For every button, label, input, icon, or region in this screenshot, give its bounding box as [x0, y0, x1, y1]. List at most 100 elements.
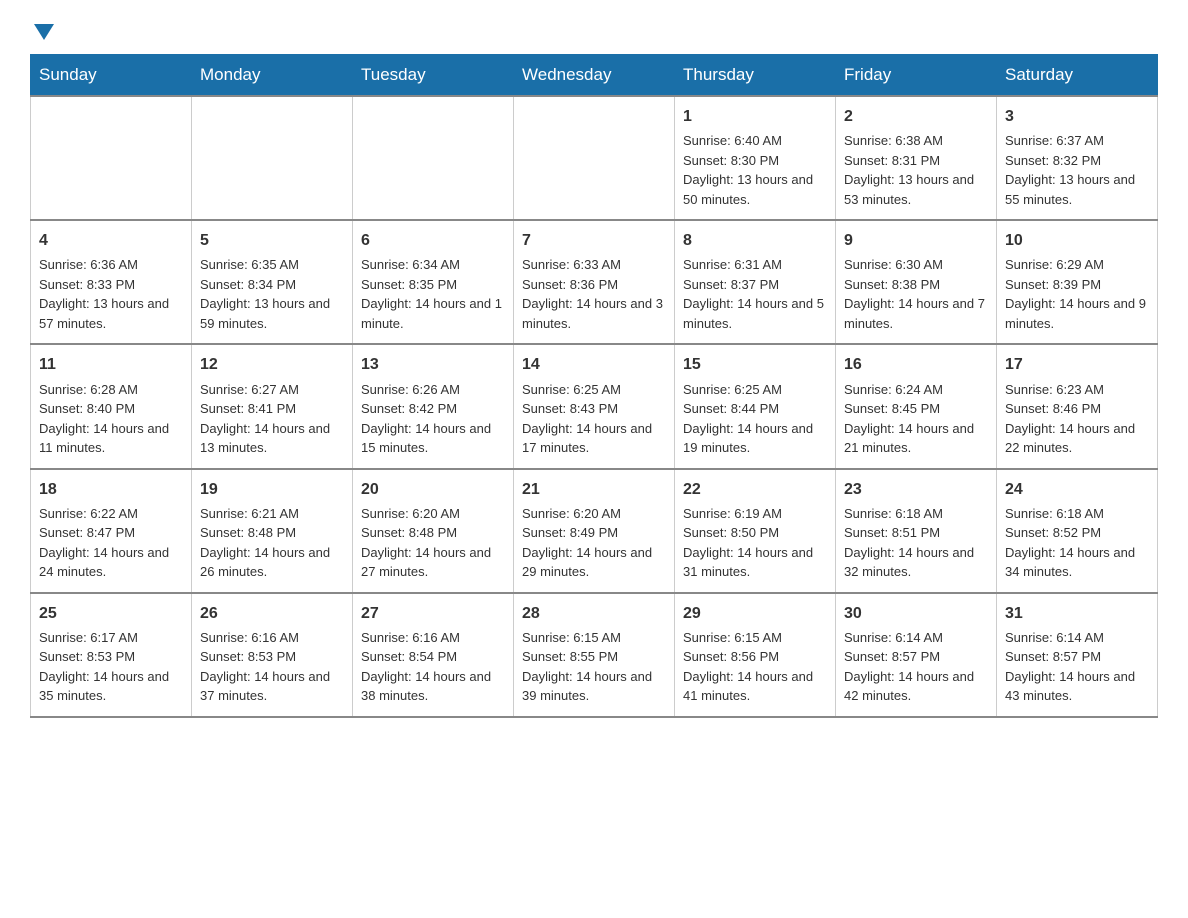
page-header — [30, 20, 1158, 36]
calendar-cell: 10 Sunrise: 6:29 AM Sunset: 8:39 PM Dayli… — [997, 220, 1158, 344]
calendar-cell: 30 Sunrise: 6:14 AM Sunset: 8:57 PM Dayli… — [836, 593, 997, 717]
day-number: 8 — [683, 229, 827, 252]
day-info: Sunrise: 6:15 AM Sunset: 8:56 PM Dayligh… — [683, 628, 827, 706]
day-info: Sunrise: 6:16 AM Sunset: 8:54 PM Dayligh… — [361, 628, 505, 706]
calendar-cell: 9Sunrise: 6:30 AM Sunset: 8:38 PM Daylig… — [836, 220, 997, 344]
header-friday: Friday — [836, 55, 997, 97]
day-number: 27 — [361, 602, 505, 625]
day-number: 22 — [683, 478, 827, 501]
day-info: Sunrise: 6:25 AM Sunset: 8:43 PM Dayligh… — [522, 380, 666, 458]
day-number: 31 — [1005, 602, 1149, 625]
day-info: Sunrise: 6:37 AM Sunset: 8:32 PM Dayligh… — [1005, 131, 1149, 209]
day-number: 6 — [361, 229, 505, 252]
day-number: 4 — [39, 229, 183, 252]
calendar-cell — [514, 96, 675, 220]
day-number: 10 — [1005, 229, 1149, 252]
calendar-cell: 22 Sunrise: 6:19 AM Sunset: 8:50 PM Dayli… — [675, 469, 836, 593]
day-info: Sunrise: 6:28 AM Sunset: 8:40 PM Dayligh… — [39, 380, 183, 458]
day-number: 18 — [39, 478, 183, 501]
day-info: Sunrise: 6:26 AM Sunset: 8:42 PM Dayligh… — [361, 380, 505, 458]
day-info: Sunrise: 6:20 AM Sunset: 8:49 PM Dayligh… — [522, 504, 666, 582]
calendar-cell: 28 Sunrise: 6:15 AM Sunset: 8:55 PM Dayli… — [514, 593, 675, 717]
day-info: Sunrise: 6:16 AM Sunset: 8:53 PM Dayligh… — [200, 628, 344, 706]
calendar-table: SundayMondayTuesdayWednesdayThursdayFrid… — [30, 54, 1158, 718]
day-info: Sunrise: 6:21 AM Sunset: 8:48 PM Dayligh… — [200, 504, 344, 582]
calendar-cell: 16 Sunrise: 6:24 AM Sunset: 8:45 PM Dayli… — [836, 344, 997, 468]
header-monday: Monday — [192, 55, 353, 97]
day-number: 14 — [522, 353, 666, 376]
header-tuesday: Tuesday — [353, 55, 514, 97]
calendar-cell — [353, 96, 514, 220]
header-saturday: Saturday — [997, 55, 1158, 97]
day-number: 1 — [683, 105, 827, 128]
day-info: Sunrise: 6:40 AM Sunset: 8:30 PM Dayligh… — [683, 131, 827, 209]
day-info: Sunrise: 6:20 AM Sunset: 8:48 PM Dayligh… — [361, 504, 505, 582]
calendar-cell: 18 Sunrise: 6:22 AM Sunset: 8:47 PM Dayli… — [31, 469, 192, 593]
calendar-week-5: 25Sunrise: 6:17 AM Sunset: 8:53 PM Dayli… — [31, 593, 1158, 717]
calendar-cell: 3 Sunrise: 6:37 AM Sunset: 8:32 PM Daylig… — [997, 96, 1158, 220]
calendar-week-3: 11Sunrise: 6:28 AM Sunset: 8:40 PM Dayli… — [31, 344, 1158, 468]
calendar-cell: 21 Sunrise: 6:20 AM Sunset: 8:49 PM Dayli… — [514, 469, 675, 593]
calendar-cell: 7Sunrise: 6:33 AM Sunset: 8:36 PM Daylig… — [514, 220, 675, 344]
calendar-cell: 8 Sunrise: 6:31 AM Sunset: 8:37 PM Daylig… — [675, 220, 836, 344]
day-info: Sunrise: 6:25 AM Sunset: 8:44 PM Dayligh… — [683, 380, 827, 458]
calendar-cell: 25Sunrise: 6:17 AM Sunset: 8:53 PM Dayli… — [31, 593, 192, 717]
calendar-cell: 31Sunrise: 6:14 AM Sunset: 8:57 PM Dayli… — [997, 593, 1158, 717]
day-info: Sunrise: 6:27 AM Sunset: 8:41 PM Dayligh… — [200, 380, 344, 458]
calendar-cell: 23Sunrise: 6:18 AM Sunset: 8:51 PM Dayli… — [836, 469, 997, 593]
calendar-cell: 5 Sunrise: 6:35 AM Sunset: 8:34 PM Daylig… — [192, 220, 353, 344]
day-number: 15 — [683, 353, 827, 376]
calendar-cell: 13 Sunrise: 6:26 AM Sunset: 8:42 PM Dayli… — [353, 344, 514, 468]
day-info: Sunrise: 6:36 AM Sunset: 8:33 PM Dayligh… — [39, 255, 183, 333]
day-number: 28 — [522, 602, 666, 625]
day-number: 3 — [1005, 105, 1149, 128]
day-number: 23 — [844, 478, 988, 501]
calendar-cell — [31, 96, 192, 220]
day-info: Sunrise: 6:35 AM Sunset: 8:34 PM Dayligh… — [200, 255, 344, 333]
day-info: Sunrise: 6:17 AM Sunset: 8:53 PM Dayligh… — [39, 628, 183, 706]
calendar-cell: 2Sunrise: 6:38 AM Sunset: 8:31 PM Daylig… — [836, 96, 997, 220]
day-number: 20 — [361, 478, 505, 501]
calendar-cell: 27 Sunrise: 6:16 AM Sunset: 8:54 PM Dayli… — [353, 593, 514, 717]
day-info: Sunrise: 6:18 AM Sunset: 8:52 PM Dayligh… — [1005, 504, 1149, 582]
day-info: Sunrise: 6:29 AM Sunset: 8:39 PM Dayligh… — [1005, 255, 1149, 333]
day-info: Sunrise: 6:14 AM Sunset: 8:57 PM Dayligh… — [844, 628, 988, 706]
day-info: Sunrise: 6:31 AM Sunset: 8:37 PM Dayligh… — [683, 255, 827, 333]
calendar-cell: 26 Sunrise: 6:16 AM Sunset: 8:53 PM Dayli… — [192, 593, 353, 717]
day-info: Sunrise: 6:22 AM Sunset: 8:47 PM Dayligh… — [39, 504, 183, 582]
calendar-cell: 29Sunrise: 6:15 AM Sunset: 8:56 PM Dayli… — [675, 593, 836, 717]
day-info: Sunrise: 6:24 AM Sunset: 8:45 PM Dayligh… — [844, 380, 988, 458]
calendar-header-row: SundayMondayTuesdayWednesdayThursdayFrid… — [31, 55, 1158, 97]
day-info: Sunrise: 6:19 AM Sunset: 8:50 PM Dayligh… — [683, 504, 827, 582]
logo-triangle-icon — [34, 24, 54, 40]
day-number: 26 — [200, 602, 344, 625]
day-info: Sunrise: 6:23 AM Sunset: 8:46 PM Dayligh… — [1005, 380, 1149, 458]
calendar-cell: 4 Sunrise: 6:36 AM Sunset: 8:33 PM Daylig… — [31, 220, 192, 344]
day-number: 19 — [200, 478, 344, 501]
calendar-cell: 20 Sunrise: 6:20 AM Sunset: 8:48 PM Dayli… — [353, 469, 514, 593]
calendar-week-2: 4 Sunrise: 6:36 AM Sunset: 8:33 PM Daylig… — [31, 220, 1158, 344]
calendar-cell: 24Sunrise: 6:18 AM Sunset: 8:52 PM Dayli… — [997, 469, 1158, 593]
calendar-cell: 11Sunrise: 6:28 AM Sunset: 8:40 PM Dayli… — [31, 344, 192, 468]
logo — [30, 20, 54, 36]
day-info: Sunrise: 6:34 AM Sunset: 8:35 PM Dayligh… — [361, 255, 505, 333]
day-number: 21 — [522, 478, 666, 501]
calendar-week-1: 1 Sunrise: 6:40 AM Sunset: 8:30 PM Daylig… — [31, 96, 1158, 220]
day-number: 2 — [844, 105, 988, 128]
day-info: Sunrise: 6:30 AM Sunset: 8:38 PM Dayligh… — [844, 255, 988, 333]
day-info: Sunrise: 6:15 AM Sunset: 8:55 PM Dayligh… — [522, 628, 666, 706]
day-number: 16 — [844, 353, 988, 376]
day-number: 17 — [1005, 353, 1149, 376]
calendar-cell: 14 Sunrise: 6:25 AM Sunset: 8:43 PM Dayli… — [514, 344, 675, 468]
day-number: 12 — [200, 353, 344, 376]
day-number: 13 — [361, 353, 505, 376]
calendar-cell: 6 Sunrise: 6:34 AM Sunset: 8:35 PM Daylig… — [353, 220, 514, 344]
day-number: 30 — [844, 602, 988, 625]
day-number: 5 — [200, 229, 344, 252]
header-thursday: Thursday — [675, 55, 836, 97]
calendar-cell: 19 Sunrise: 6:21 AM Sunset: 8:48 PM Dayli… — [192, 469, 353, 593]
header-sunday: Sunday — [31, 55, 192, 97]
calendar-cell: 17 Sunrise: 6:23 AM Sunset: 8:46 PM Dayli… — [997, 344, 1158, 468]
calendar-cell: 12 Sunrise: 6:27 AM Sunset: 8:41 PM Dayli… — [192, 344, 353, 468]
calendar-cell: 1 Sunrise: 6:40 AM Sunset: 8:30 PM Daylig… — [675, 96, 836, 220]
